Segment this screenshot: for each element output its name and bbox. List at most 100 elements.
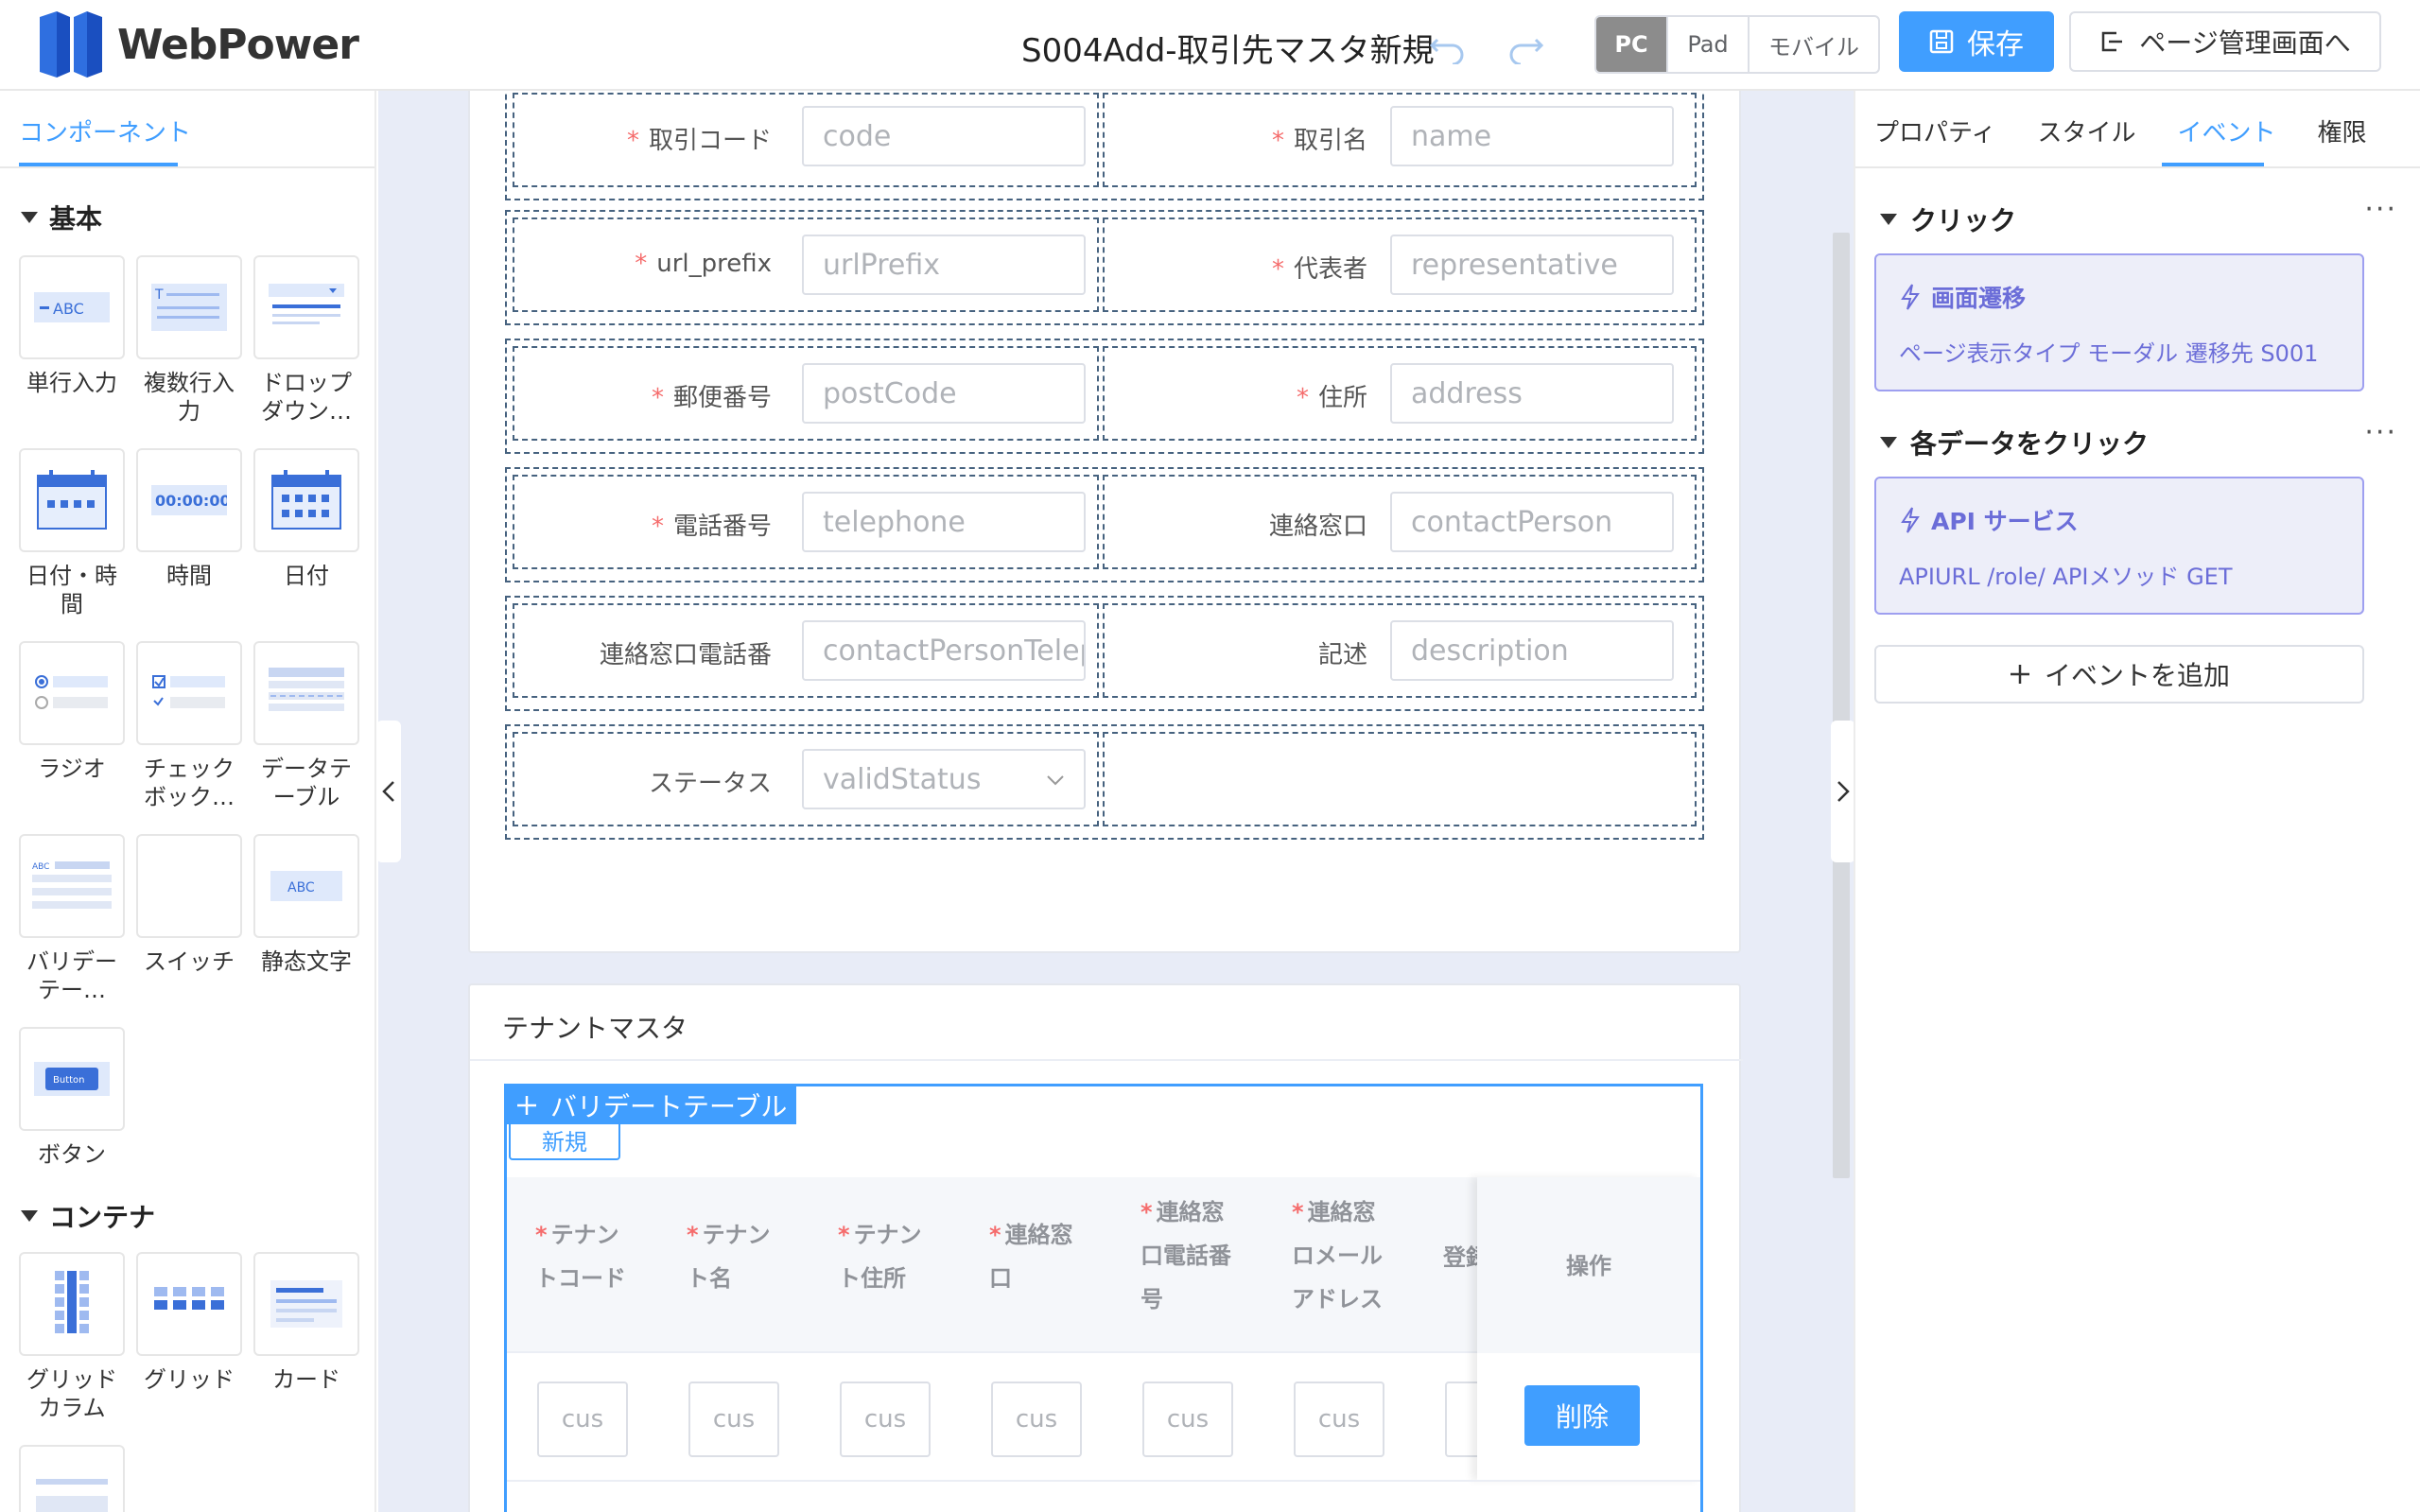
component-single-input[interactable]: ABC 単行入力 bbox=[19, 255, 125, 397]
grid-icon bbox=[154, 1287, 224, 1310]
chevron-down-icon bbox=[1047, 775, 1064, 786]
ops-column: 操作 削除 bbox=[1477, 1177, 1700, 1480]
dropdown-icon bbox=[269, 284, 344, 324]
component-label: グリッド bbox=[144, 1366, 235, 1393]
form-cell bbox=[1103, 732, 1697, 826]
card-icon bbox=[270, 1280, 342, 1328]
address-input[interactable]: address bbox=[1390, 363, 1674, 424]
section-basic[interactable]: 基本 bbox=[21, 199, 102, 236]
column-header: * テナン ト住所 bbox=[838, 1222, 922, 1292]
page-title: S004Add-取引先マスタ新規 bbox=[1021, 32, 1435, 70]
cell-input[interactable]: cus bbox=[1294, 1382, 1384, 1457]
event-card[interactable]: 画面遷移 ページ表示タイプ モーダル 遷移先 S001 bbox=[1874, 253, 2364, 391]
component-static-text[interactable]: ABC 静态文字 bbox=[253, 834, 359, 976]
component-checkbox[interactable]: チェックボック… bbox=[136, 641, 242, 811]
component-label: ドロップダウン… bbox=[261, 370, 352, 425]
post-code-input[interactable]: postCode bbox=[802, 363, 1086, 424]
representative-input[interactable]: representative bbox=[1390, 235, 1674, 295]
caret-down-icon bbox=[21, 1210, 38, 1222]
event-section-click[interactable]: クリック bbox=[1880, 200, 2016, 238]
more-icon[interactable]: ··· bbox=[2364, 193, 2397, 226]
tab-properties[interactable]: プロパティ bbox=[1874, 113, 1995, 148]
field-label: 記述 bbox=[1317, 641, 1367, 669]
tab-style[interactable]: スタイル bbox=[2037, 113, 2135, 148]
collapse-right-panel[interactable] bbox=[1831, 721, 1855, 862]
device-pad-button[interactable]: Pad bbox=[1666, 17, 1748, 72]
component-label: 時間 bbox=[166, 563, 212, 589]
device-mobile-button[interactable]: モバイル bbox=[1748, 17, 1878, 72]
cell-input[interactable]: cus bbox=[991, 1382, 1082, 1457]
checkbox-icon bbox=[152, 675, 225, 708]
chevron-right-icon bbox=[1837, 781, 1850, 802]
webpower-logo-icon bbox=[40, 11, 102, 78]
panel-tabs: プロパティ スタイル イベント 権限 bbox=[1874, 113, 2367, 148]
column-header: * テナン トコード bbox=[535, 1222, 626, 1292]
cell-input[interactable]: cus bbox=[1142, 1382, 1233, 1457]
field-label: * 取引名 bbox=[1271, 127, 1367, 155]
description-input[interactable]: description bbox=[1390, 620, 1674, 681]
contact-person-tel-input[interactable]: contactPersonTelep bbox=[802, 620, 1086, 681]
component-tag[interactable]: バリデートテーブル bbox=[507, 1086, 797, 1124]
component-label: スイッチ bbox=[144, 948, 235, 975]
component-button[interactable]: Button ボタン bbox=[19, 1027, 125, 1169]
exit-icon bbox=[2102, 31, 2123, 52]
grid-column-icon bbox=[55, 1271, 89, 1333]
component-grid[interactable]: グリッド bbox=[136, 1252, 242, 1394]
field-label: * 住所 bbox=[1296, 384, 1367, 412]
valid-status-select[interactable]: validStatus bbox=[802, 749, 1086, 809]
redo-icon[interactable] bbox=[1507, 26, 1545, 64]
contact-person-input[interactable]: contactPerson bbox=[1390, 492, 1674, 552]
component-radio[interactable]: ラジオ bbox=[19, 641, 125, 783]
code-input[interactable]: code bbox=[802, 106, 1086, 166]
cell-input[interactable]: cus bbox=[840, 1382, 931, 1457]
cell-input[interactable]: cus bbox=[688, 1382, 779, 1457]
svg-text:ABC: ABC bbox=[53, 300, 84, 318]
table-icon bbox=[269, 668, 344, 711]
more-icon[interactable]: ··· bbox=[2364, 416, 2397, 449]
card-title: テナントマスタ bbox=[502, 1013, 688, 1044]
canvas-scrollbar[interactable] bbox=[1833, 233, 1850, 1178]
field-label: ステータス bbox=[648, 770, 772, 798]
cell-input[interactable]: cus bbox=[537, 1382, 628, 1457]
component-data-table[interactable]: データテーブル bbox=[253, 641, 359, 811]
section-container[interactable]: コンテナ bbox=[21, 1197, 155, 1235]
undo-icon[interactable] bbox=[1428, 26, 1466, 64]
device-switch: PC Pad モバイル bbox=[1594, 15, 1880, 74]
page-manager-label: ページ管理画面へ bbox=[2139, 27, 2351, 59]
tab-events[interactable]: イベント bbox=[2177, 113, 2275, 148]
name-input[interactable]: name bbox=[1390, 106, 1674, 166]
component-label: グリッドカラム bbox=[26, 1366, 117, 1421]
component-label: データテーブル bbox=[261, 756, 352, 810]
save-button[interactable]: 保存 bbox=[1899, 11, 2054, 72]
divider bbox=[0, 166, 374, 168]
component-label: バリデーテー… bbox=[26, 948, 117, 1003]
component-textarea[interactable]: T 複数行入力 bbox=[136, 255, 242, 426]
component-datetime[interactable]: 日付・時間 bbox=[19, 448, 125, 618]
component-more[interactable] bbox=[19, 1445, 125, 1512]
component-date[interactable]: 日付 bbox=[253, 448, 359, 590]
event-section-row-click[interactable]: 各データをクリック bbox=[1880, 424, 2149, 461]
field-label: 連絡窓口 bbox=[1268, 513, 1367, 541]
component-grid-column[interactable]: グリッドカラム bbox=[19, 1252, 125, 1422]
page-manager-button[interactable]: ページ管理画面へ bbox=[2069, 11, 2381, 72]
component-time[interactable]: 00:00:00 時間 bbox=[136, 448, 242, 590]
new-row-button[interactable]: 新規 bbox=[509, 1119, 620, 1160]
component-validate-table[interactable]: ABC バリデーテー… bbox=[19, 834, 125, 1004]
delete-button[interactable]: 削除 bbox=[1524, 1385, 1640, 1446]
component-card[interactable]: カード bbox=[253, 1252, 359, 1394]
tab-components[interactable]: コンポーネント bbox=[19, 113, 191, 148]
component-switch[interactable]: スイッチ bbox=[136, 834, 242, 976]
event-detail: ページ表示タイプ モーダル 遷移先 S001 bbox=[1899, 340, 2319, 367]
event-card[interactable]: API サービス APIURL /role/ APIメソッド GET bbox=[1874, 477, 2364, 615]
radio-icon bbox=[35, 675, 108, 709]
device-pc-button[interactable]: PC bbox=[1596, 17, 1666, 72]
component-dropdown[interactable]: ドロップダウン… bbox=[253, 255, 359, 426]
url-prefix-input[interactable]: urlPrefix bbox=[802, 235, 1086, 295]
add-event-button[interactable]: イベントを追加 bbox=[1874, 645, 2364, 704]
validate-table[interactable]: 新規 バリデートテーブル * テナン トコード * テナン ト名 * テナン ト住所 * 連絡… bbox=[504, 1084, 1703, 1512]
collapse-left-panel[interactable] bbox=[376, 721, 401, 862]
tab-permissions[interactable]: 権限 bbox=[2317, 113, 2366, 148]
tenant-card: テナントマスタ 新規 バリデートテーブル * テナン トコード * テナン ト名 * テナ… bbox=[468, 983, 1743, 1512]
telephone-input[interactable]: telephone bbox=[802, 492, 1086, 552]
logo: WebPower bbox=[36, 8, 359, 81]
